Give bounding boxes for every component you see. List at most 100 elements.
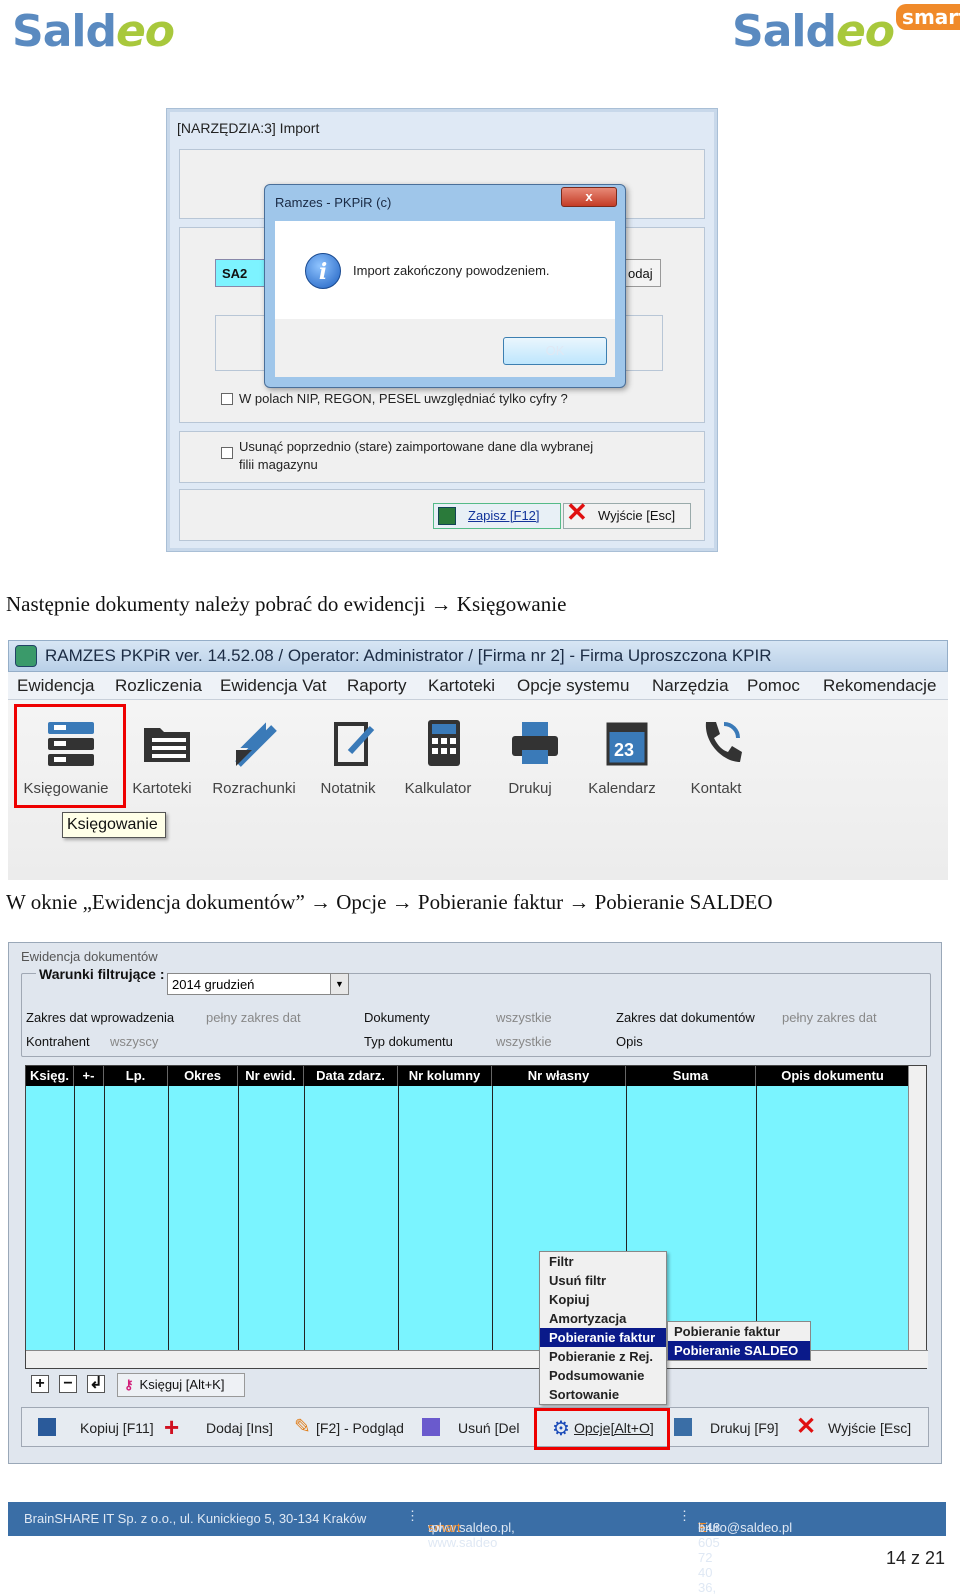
menu-item-usun-filtr[interactable]: Usuń filtr [540,1271,666,1290]
column-header[interactable]: +- [74,1066,104,1086]
column-header[interactable]: Lp. [104,1066,168,1086]
undo-button[interactable]: ↲ [87,1375,105,1393]
column-header[interactable]: Opis dokumentu [756,1066,910,1086]
filter-label: Opis [616,1034,643,1049]
close-button[interactable]: x [561,187,617,207]
pencil-icon: ✎ [294,1416,311,1438]
tool-label: Kontakt [690,780,742,797]
column-header[interactable]: Księg. [26,1066,74,1086]
podglad-button[interactable]: [F2] - Podgląd [316,1420,404,1436]
column-header[interactable]: Data zdarz. [304,1066,398,1086]
menu-narzedzia[interactable]: Narzędzia [652,676,729,696]
tool-kalendarz[interactable]: 23 Kalendarz [572,706,672,806]
submenu-pobieranie-faktur[interactable]: Pobieranie faktur [668,1322,810,1341]
ramzes-main-window: RAMZES PKPiR ver. 14.52.08 / Operator: A… [8,640,948,880]
message-text: Import zakończony powodzeniem. [353,263,550,278]
checkbox-delete[interactable] [221,447,233,459]
tool-label: Rozrachunki [212,780,296,797]
checkbox-nip-label: W polach NIP, REGON, PESEL uwzględniać t… [239,391,568,406]
column-divider [238,1086,239,1350]
tool-kalkulator[interactable]: Kalkulator [388,706,488,806]
pobieranie-submenu: Pobieranie faktur Pobieranie SALDEO [667,1321,811,1361]
menu-kartoteki[interactable]: Kartoteki [428,676,495,696]
vertical-scrollbar[interactable] [908,1066,926,1350]
partial-button[interactable]: odaj [625,259,661,287]
menu-ewidencja-vat[interactable]: Ewidencja Vat [220,676,326,696]
chevron-down-icon[interactable]: ▼ [330,974,348,994]
highlight-frame-opcje [534,1408,670,1450]
printer-icon [674,1418,692,1436]
menu-item-pobieranie-faktur[interactable]: Pobieranie faktur [540,1328,666,1347]
tool-label: Kalendarz [588,780,656,797]
tool-kontakt[interactable]: Kontakt [666,706,766,806]
usun-button[interactable]: Usuń [Del [458,1420,519,1436]
tool-notatnik[interactable]: Notatnik [298,706,398,806]
footer-bar: BrainSHARE IT Sp. z o.o., ul. Kunickiego… [8,1502,946,1595]
save-button[interactable]: Zapisz [F12] [433,503,561,529]
checkbox-delete-label1: Usunąć poprzednio (stare) zaimportowane … [239,439,594,454]
import-window-title: [NARZĘDZIA:3] Import [177,120,320,136]
column-header[interactable]: Okres [168,1066,238,1086]
kopiuj-button[interactable]: Kopiuj [F11] [80,1420,154,1436]
menu-item-filtr[interactable]: Filtr [540,1252,666,1271]
trash-icon [422,1418,440,1436]
menu-bar: Ewidencja Rozliczenia Ewidencja Vat Rapo… [8,672,948,700]
column-divider [398,1086,399,1350]
menu-item-sortowanie[interactable]: Sortowanie [540,1385,666,1404]
footer-separator: ⋮ [406,1508,419,1523]
copy-icon [38,1418,56,1436]
filter-value: pełny zakres dat [782,1010,877,1025]
menu-item-podsumowanie[interactable]: Podsumowanie [540,1366,666,1385]
exit-button[interactable]: ✕ Wyjście [Esc] [563,499,691,529]
column-header[interactable]: Nr ewid. [238,1066,304,1086]
tool-kartoteki[interactable]: Kartoteki [112,706,212,806]
floppy-icon [438,507,456,525]
submenu-pobieranie-saldeo[interactable]: Pobieranie SALDEO [668,1341,810,1360]
drukuj-button[interactable]: Drukuj [F9] [710,1420,778,1436]
tool-label: Kartoteki [132,780,192,797]
sites-end: .pl [428,1520,442,1535]
highlight-frame-ksiegowanie [14,704,126,808]
period-select[interactable]: 2014 grudzień ▼ [167,973,349,995]
menu-item-pobieranie-z-rej[interactable]: Pobieranie z Rej. [540,1347,666,1366]
tool-rozrachunki[interactable]: Rozrachunki [204,706,304,806]
menu-ewidencja[interactable]: Ewidencja [17,676,95,696]
menu-opcje-systemu[interactable]: Opcje systemu [517,676,629,696]
red-x-icon: ✕ [796,1413,817,1440]
menu-item-kopiuj[interactable]: Kopiuj [540,1290,666,1309]
printer-icon [512,722,558,764]
filter-value: wszyscy [110,1034,159,1049]
field-sa2[interactable]: SA2 [215,259,269,287]
menu-rekomendacje[interactable]: Rekomendacje [823,676,936,696]
plus-button[interactable]: + [31,1375,49,1393]
checkbox-nip[interactable] [221,393,233,405]
tool-drukuj[interactable]: Drukuj [480,706,580,806]
menu-rozliczenia[interactable]: Rozliczenia [115,676,202,696]
ksieguj-button-label: Księguj [Alt+K] [139,1377,225,1392]
page-number: 14 z 21 [886,1548,946,1568]
caption-2: W oknie „Ewidencja dokumentów” → Opcje →… [6,890,773,914]
column-divider [492,1086,493,1350]
menu-pomoc[interactable]: Pomoc [747,676,800,696]
dodaj-button[interactable]: Dodaj [Ins] [206,1420,273,1436]
column-header[interactable]: Suma [626,1066,756,1086]
registry-title: Ewidencja dokumentów [21,949,158,964]
footer-company: BrainSHARE IT Sp. z o.o., ul. Kunickiego… [24,1511,367,1526]
filter-group-label: Warunki filtrujące : [36,966,168,982]
column-header[interactable]: Nr kolumny [398,1066,492,1086]
wyjscie-button[interactable]: Wyjście [Esc] [828,1420,911,1436]
column-header[interactable]: Nr własny [492,1066,626,1086]
minus-button[interactable]: − [59,1375,77,1393]
ksieguj-button[interactable]: ⚷ Księguj [Alt+K] [117,1373,245,1397]
notepad-icon [334,722,375,766]
menu-item-amortyzacja[interactable]: Amortyzacja [540,1309,666,1328]
checkbox-delete-label2: filii magazynu [239,457,318,472]
menu-raporty[interactable]: Raporty [347,676,407,696]
bottom-toolbar: Kopiuj [F11] + Dodaj [Ins] ✎ [F2] - Podg… [21,1407,929,1447]
column-divider [304,1086,305,1350]
email-address: biuro@saldeo.pl [698,1520,793,1535]
ok-button[interactable]: OK [503,337,607,365]
filter-label: Zakres dat wprowadzenia [26,1010,175,1025]
filter-value: wszystkie [496,1010,552,1025]
tool-label: Drukuj [508,780,552,797]
